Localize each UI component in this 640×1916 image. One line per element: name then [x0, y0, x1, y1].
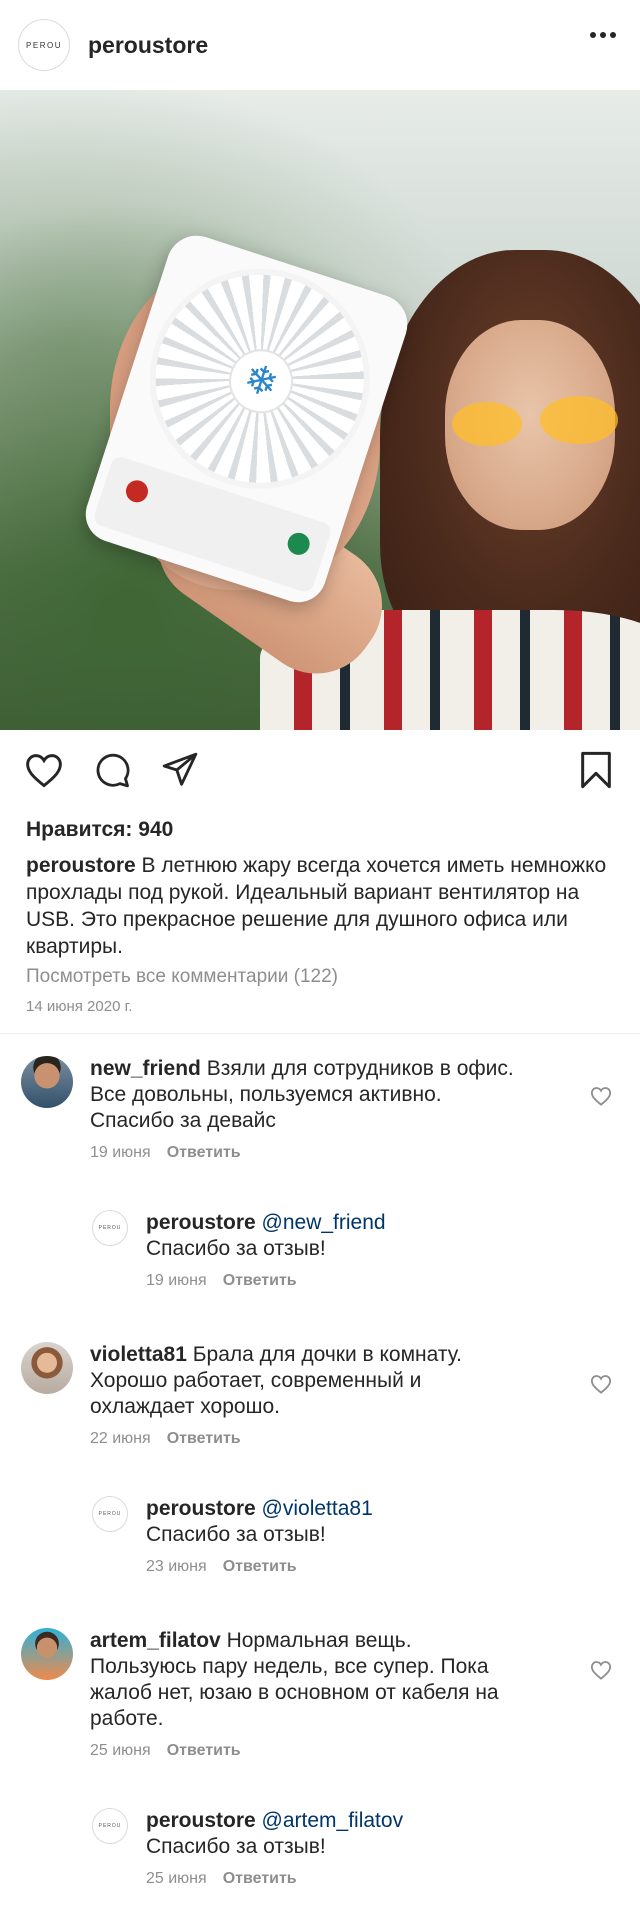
header-username[interactable]: peroustore	[88, 32, 208, 59]
post-header: PEROU peroustore	[0, 0, 640, 90]
comment-date: 19 июня	[146, 1272, 207, 1289]
mention-link[interactable]: @violetta81	[262, 1497, 373, 1520]
store-avatar[interactable]: PEROU	[92, 1496, 128, 1532]
caption-username[interactable]: peroustore	[26, 854, 136, 877]
comment-like-icon[interactable]	[590, 1086, 614, 1110]
comment-username[interactable]: violetta81	[90, 1343, 187, 1366]
comment-item: violetta81 Брала для дочки в комнату. Хо…	[0, 1342, 640, 1452]
comment-meta: 19 июня Ответить	[90, 1140, 520, 1166]
avatar[interactable]	[21, 1342, 73, 1394]
comment-date: 25 июня	[146, 1870, 207, 1887]
comment-body: new_friend Взяли для сотрудников в офис.…	[90, 1056, 520, 1166]
comment-username[interactable]: peroustore	[146, 1211, 256, 1234]
mention-link[interactable]: @artem_filatov	[262, 1809, 404, 1832]
comment-body: peroustore @violetta81 Спасибо за отзыв!…	[146, 1496, 576, 1580]
comment-date: 19 июня	[90, 1144, 151, 1161]
divider	[0, 1033, 640, 1034]
reply-item: PEROU peroustore @artem_filatov Спасибо …	[0, 1808, 640, 1892]
reply-item: PEROU peroustore @violetta81 Спасибо за …	[0, 1496, 640, 1580]
reply-button[interactable]: Ответить	[223, 1558, 297, 1575]
comment-body: violetta81 Брала для дочки в комнату. Хо…	[90, 1342, 520, 1452]
comment-meta: 25 июня Ответить	[146, 1866, 576, 1892]
comment-username[interactable]: new_friend	[90, 1057, 201, 1080]
comment-meta: 25 июня Ответить	[90, 1738, 520, 1764]
comment-meta: 19 июня Ответить	[146, 1268, 576, 1294]
store-avatar[interactable]: PEROU	[92, 1210, 128, 1246]
reply-button[interactable]: Ответить	[223, 1870, 297, 1887]
comment-meta: 23 июня Ответить	[146, 1554, 576, 1580]
bookmark-icon[interactable]	[574, 748, 618, 792]
comment-username[interactable]: peroustore	[146, 1497, 256, 1520]
comment-username[interactable]: peroustore	[146, 1809, 256, 1832]
avatar[interactable]	[21, 1056, 73, 1108]
comment-date: 25 июня	[90, 1742, 151, 1759]
comment-date: 22 июня	[90, 1430, 151, 1447]
comment-date: 23 июня	[146, 1558, 207, 1575]
mention-link[interactable]: @new_friend	[262, 1211, 386, 1234]
comment-item: artem_filatov Нормальная вещь. Пользуюсь…	[0, 1628, 640, 1764]
comment-like-icon[interactable]	[590, 1660, 614, 1684]
comments-list: new_friend Взяли для сотрудников в офис.…	[0, 1056, 640, 1892]
share-icon[interactable]	[158, 748, 202, 792]
reply-button[interactable]: Ответить	[167, 1430, 241, 1447]
comment-icon[interactable]	[90, 748, 134, 792]
comment-item: new_friend Взяли для сотрудников в офис.…	[0, 1056, 640, 1166]
comment-text: Спасибо за отзыв!	[146, 1835, 326, 1858]
comment-text: Спасибо за отзыв!	[146, 1523, 326, 1546]
post-date: 14 июня 2020 г.	[26, 998, 133, 1015]
comment-like-icon[interactable]	[590, 1374, 614, 1398]
comment-text: Спасибо за отзыв!	[146, 1237, 326, 1260]
store-avatar[interactable]: PEROU	[92, 1808, 128, 1844]
post-meta: Нравится: 940 peroustore В летнюю жару в…	[0, 818, 640, 1015]
view-all-comments-link[interactable]: Посмотреть все комментарии (122)	[26, 966, 614, 988]
reply-button[interactable]: Ответить	[167, 1742, 241, 1759]
post-photo[interactable]: ❄	[0, 90, 640, 730]
reply-button[interactable]: Ответить	[223, 1272, 297, 1289]
store-avatar[interactable]: PEROU	[18, 19, 70, 71]
more-horizontal-icon[interactable]	[590, 32, 616, 38]
comment-body: artem_filatov Нормальная вещь. Пользуюсь…	[90, 1628, 520, 1764]
comment-meta: 22 июня Ответить	[90, 1426, 520, 1452]
post-actions	[0, 730, 640, 810]
post-caption: peroustore В летнюю жару всегда хочется …	[26, 852, 614, 960]
avatar[interactable]	[21, 1628, 73, 1680]
heart-icon[interactable]	[22, 748, 66, 792]
likes-count[interactable]: Нравится: 940	[26, 818, 614, 842]
comment-body: peroustore @artem_filatov Спасибо за отз…	[146, 1808, 576, 1892]
reply-item: PEROU peroustore @new_friend Спасибо за …	[0, 1210, 640, 1294]
comment-body: peroustore @new_friend Спасибо за отзыв!…	[146, 1210, 576, 1294]
reply-button[interactable]: Ответить	[167, 1144, 241, 1161]
comment-username[interactable]: artem_filatov	[90, 1629, 221, 1652]
